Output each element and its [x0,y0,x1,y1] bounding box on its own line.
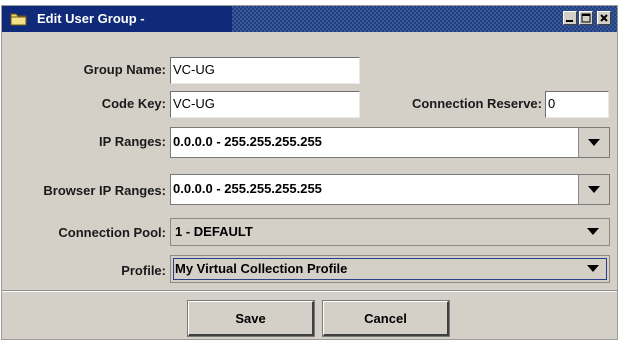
browser-ip-ranges-value: 0.0.0.0 - 255.255.255.255 [173,181,322,196]
maximize-icon [581,13,591,23]
chevron-down-icon [588,186,600,193]
ip-ranges-value: 0.0.0.0 - 255.255.255.255 [173,134,322,149]
edit-user-group-window: Edit User Group - Group Name: VC-UG Code… [1,5,618,340]
group-name-label: Group Name: [83,62,166,77]
profile-select[interactable]: My Virtual Collection Profile [170,255,610,283]
connection-pool-value: 1 - DEFAULT [175,224,253,239]
browser-ip-ranges-label: Browser IP Ranges: [43,183,166,198]
minimize-button[interactable] [563,11,577,25]
connection-reserve-label: Connection Reserve: [411,96,542,111]
close-icon [600,14,608,22]
chevron-down-icon [587,265,599,272]
save-button[interactable]: Save [187,300,315,337]
form-panel: Group Name: VC-UG Code Key: VC-UG Connec… [2,32,617,290]
ip-ranges-dropdown-button[interactable] [578,128,609,157]
connection-pool-label: Connection Pool: [58,225,166,240]
connection-reserve-input[interactable]: 0 [545,91,609,118]
profile-value: My Virtual Collection Profile [175,261,348,276]
maximize-button[interactable] [579,11,593,25]
ip-ranges-label: IP Ranges: [99,134,166,149]
close-button[interactable] [597,11,611,25]
button-bar: Save Cancel [2,292,617,339]
chevron-down-icon [587,228,599,235]
minimize-icon [566,20,573,22]
code-key-input[interactable]: VC-UG [170,91,360,118]
ip-ranges-dropdown[interactable]: 0.0.0.0 - 255.255.255.255 [170,127,610,158]
code-key-label: Code Key: [101,96,166,111]
group-name-input[interactable]: VC-UG [170,57,360,84]
cancel-button[interactable]: Cancel [322,300,450,337]
window-title: Edit User Group - [37,11,145,26]
browser-ip-ranges-dropdown[interactable]: 0.0.0.0 - 255.255.255.255 [170,174,610,205]
connection-pool-select[interactable]: 1 - DEFAULT [170,218,610,246]
title-bar[interactable]: Edit User Group - [2,6,617,32]
folder-icon [10,12,28,26]
chevron-down-icon [588,139,600,146]
browser-ip-ranges-dropdown-button[interactable] [578,175,609,204]
profile-label: Profile: [121,263,166,278]
